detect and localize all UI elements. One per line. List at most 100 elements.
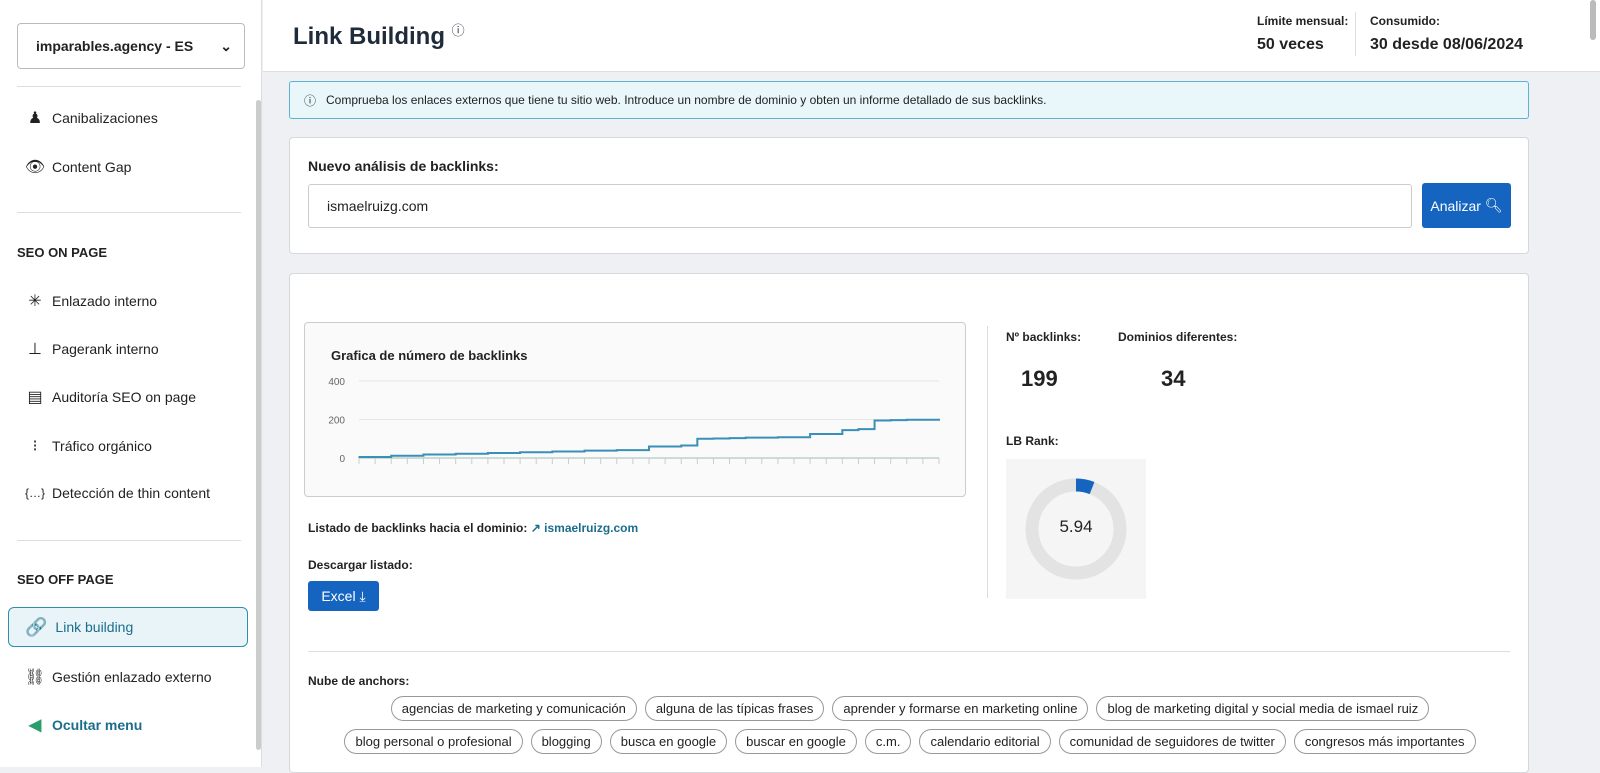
divider bbox=[17, 212, 241, 213]
backlinks-chart: Grafica de número de backlinks 0 200 400 bbox=[304, 322, 966, 497]
rank-label: LB Rank: bbox=[1006, 434, 1059, 448]
sidebar-item-gestion[interactable]: ⛓ Gestión enlazado externo bbox=[24, 667, 212, 687]
used-value: 30 desde 08/06/2024 bbox=[1370, 36, 1524, 53]
anchor-tag[interactable]: calendario editorial bbox=[919, 729, 1051, 754]
page-scrollbar[interactable] bbox=[1590, 0, 1596, 40]
hide-menu-button[interactable]: ◀ Ocultar menu bbox=[24, 715, 142, 735]
data-point bbox=[841, 429, 844, 431]
data-point bbox=[680, 444, 683, 447]
external-link-icon: ↗ bbox=[530, 521, 541, 535]
chevron-down-icon: ⌄ bbox=[220, 37, 232, 54]
section-seo-on-page: SEO ON PAGE bbox=[17, 245, 108, 260]
y-tick-label: 400 bbox=[328, 377, 345, 388]
anchor-tag[interactable]: aprender y formarse en marketing online bbox=[832, 696, 1089, 721]
anchor-tag[interactable]: agencias de marketing y comunicación bbox=[390, 696, 637, 721]
sidebar-scrollbar[interactable] bbox=[256, 100, 261, 750]
page-title: Link Building ⓘ bbox=[293, 20, 465, 51]
sidebar-item-auditoria[interactable]: ▤ Auditoría SEO on page bbox=[24, 387, 196, 407]
data-point bbox=[873, 419, 876, 422]
anchor-tag[interactable]: buscar en google bbox=[735, 729, 857, 754]
title-text: Link Building bbox=[293, 23, 445, 50]
label: Detección de thin content bbox=[52, 485, 210, 501]
eye-icon: 👁 bbox=[24, 159, 46, 176]
label: Enlazado interno bbox=[52, 293, 158, 309]
label: Content Gap bbox=[52, 159, 132, 175]
anchor-tag[interactable]: congresos más importantes bbox=[1293, 729, 1476, 754]
sidebar-item-link-building[interactable]: 🔗 Link building bbox=[8, 607, 248, 647]
data-point bbox=[422, 453, 425, 456]
chart-svg: 0 200 400 bbox=[328, 377, 940, 465]
data-point bbox=[938, 418, 940, 421]
data-point bbox=[648, 445, 650, 448]
file-chart-icon: ▤ bbox=[27, 389, 43, 406]
backlinks-list: Listado de backlinks hacia el dominio: ↗… bbox=[308, 521, 638, 535]
divider bbox=[1355, 12, 1356, 56]
download-icon: ⤓ bbox=[359, 587, 366, 604]
info-icon[interactable]: ⓘ bbox=[452, 23, 465, 38]
series-line bbox=[359, 418, 940, 459]
sidebar-item-content-gap[interactable]: 👁 Content Gap bbox=[24, 157, 132, 177]
data-point bbox=[551, 450, 554, 453]
anchor-tag[interactable]: c.m. bbox=[864, 729, 912, 754]
project-name: imparables.agency - ES bbox=[36, 38, 194, 54]
label: Tráfico orgánico bbox=[52, 438, 152, 454]
data-point bbox=[712, 437, 715, 440]
label: Gestión enlazado externo bbox=[52, 669, 212, 685]
list-label: Listado de backlinks hacia el dominio: bbox=[308, 521, 528, 535]
sitemap-icon: ⊥ bbox=[28, 341, 42, 358]
search-icon: 🔍︎ bbox=[1484, 197, 1503, 213]
anchors-label: Nube de anchors: bbox=[308, 674, 410, 688]
results-card: Grafica de número de backlinks 0 200 400 L… bbox=[289, 273, 1529, 773]
label: Auditoría SEO on page bbox=[52, 389, 196, 405]
sidebar-item-thin-content[interactable]: {…} Detección de thin content bbox=[24, 485, 210, 501]
info-icon: ⓘ bbox=[304, 93, 317, 108]
sidebar: imparables.agency - ES ⌄ ♟ Canibalizacione… bbox=[0, 0, 262, 767]
network-icon: ✳ bbox=[28, 293, 42, 310]
domain-input[interactable]: ismaelruizg.com bbox=[308, 184, 1412, 228]
domains-label: Dominios diferentes: bbox=[1118, 330, 1238, 344]
braces-icon: {…} bbox=[24, 486, 45, 500]
analyze-button[interactable]: Analizar 🔍︎ bbox=[1422, 183, 1511, 228]
data-point bbox=[777, 436, 779, 439]
anchor-tag[interactable]: comunidad de seguidores de twitter bbox=[1058, 729, 1286, 754]
data-point bbox=[583, 449, 586, 452]
data-point bbox=[728, 437, 731, 439]
data-point bbox=[696, 437, 699, 440]
label: Ocultar menu bbox=[52, 717, 143, 733]
limit-label: Límite mensual: bbox=[1257, 14, 1349, 28]
label: Link building bbox=[55, 619, 134, 635]
section-seo-off-page: SEO OFF PAGE bbox=[17, 572, 114, 587]
domain-value: ismaelruizg.com bbox=[327, 198, 429, 214]
used-label: Consumido: bbox=[1370, 14, 1440, 28]
analysis-card: Nuevo análisis de backlinks: ismaelruizg… bbox=[289, 137, 1529, 254]
label: Canibalizaciones bbox=[52, 110, 158, 126]
data-point bbox=[358, 456, 360, 458]
limit-value: 50 veces bbox=[1257, 36, 1324, 53]
sidebar-item-trafico[interactable]: ⁝ Tráfico orgánico bbox=[24, 436, 152, 456]
anchor-tag[interactable]: blogging bbox=[530, 729, 602, 754]
anchor-tag[interactable]: busca en google bbox=[609, 729, 728, 754]
analyze-label: Analizar bbox=[1430, 197, 1481, 214]
arrow-left-circle-icon: ◀ bbox=[28, 717, 42, 734]
info-text: Comprueba los enlaces externos que tiene… bbox=[326, 93, 1047, 107]
info-banner: ⓘ Comprueba los enlaces externos que tien… bbox=[289, 81, 1529, 119]
data-point bbox=[809, 433, 811, 435]
sidebar-item-canibalizaciones[interactable]: ♟ Canibalizaciones bbox=[24, 108, 158, 128]
y-tick-label: 200 bbox=[328, 416, 345, 427]
anchor-tag[interactable]: blog personal o profesional bbox=[344, 729, 523, 754]
data-point bbox=[519, 451, 521, 454]
sidebar-item-enlazado[interactable]: ✳ Enlazado interno bbox=[24, 291, 157, 311]
backlinks-count: 199 bbox=[1021, 366, 1058, 391]
excel-button[interactable]: Excel ⤓ bbox=[308, 581, 379, 611]
anchor-tag[interactable]: blog de marketing digital y social media… bbox=[1096, 696, 1430, 721]
label: Pagerank interno bbox=[52, 341, 159, 357]
anchor-tag[interactable]: alguna de las típicas frases bbox=[644, 696, 825, 721]
anchor-cloud: agencias de marketing y comunicación algu… bbox=[330, 696, 1490, 762]
y-tick-label: 0 bbox=[339, 454, 345, 465]
domain-link[interactable]: ismaelruizg.com bbox=[544, 521, 638, 535]
project-select[interactable]: imparables.agency - ES ⌄ bbox=[17, 23, 245, 69]
sidebar-item-pagerank[interactable]: ⊥ Pagerank interno bbox=[24, 339, 159, 359]
backlinks-label: Nº backlinks: bbox=[1006, 330, 1082, 344]
divider bbox=[17, 86, 241, 87]
divider bbox=[308, 651, 1510, 652]
